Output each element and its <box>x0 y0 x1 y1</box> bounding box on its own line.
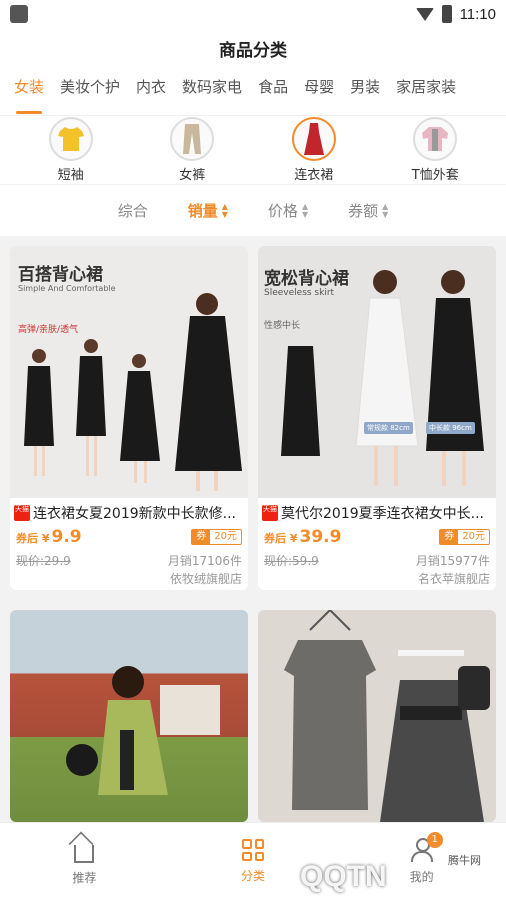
original-price: 现价:59.9 <box>264 553 319 568</box>
product-grid: 百搭背心裙 Simple And Comfortable 高弹/亲肤/透气 天猫… <box>0 236 506 822</box>
shop-name: 依牧绒旗舰店 <box>169 572 242 586</box>
coupon-price: 券后 ¥9.9 <box>16 527 82 547</box>
product-card[interactable]: 宽松背心裙 Sleeveless skirt 性感中长 常规款 82cm 中长款… <box>258 246 496 590</box>
tab-home[interactable]: 家居家装 <box>396 68 466 115</box>
tab-baby[interactable]: 母婴 <box>304 68 344 115</box>
coupon-value: 20元 <box>462 531 485 542</box>
tmall-badge: 天猫 <box>262 505 278 521</box>
price-prefix: 券后 ¥ <box>264 532 298 545</box>
status-time: 11:10 <box>459 5 496 23</box>
tmall-badge: 天猫 <box>14 505 30 521</box>
product-image: 百搭背心裙 Simple And Comfortable 高弹/亲肤/透气 <box>10 246 248 498</box>
home-icon <box>74 845 95 863</box>
sub-cat-dress[interactable]: 连衣裙 <box>264 117 364 183</box>
sort-price[interactable]: 价格 ▲ ▼ <box>268 200 308 221</box>
dress-thumbnail <box>291 117 336 161</box>
sub-cat-label: 连衣裙 <box>294 168 334 183</box>
sort-bar: 综合 销量 ▲ ▼ 价格 ▲ ▼ 券额 ▲ ▼ <box>0 184 506 236</box>
tab-beauty[interactable]: 美妆个护 <box>60 68 130 115</box>
product-photo <box>281 270 484 486</box>
product-card[interactable] <box>10 610 248 822</box>
tab-digital[interactable]: 数码家电 <box>182 68 252 115</box>
image-label-b: 中长款 96cm <box>426 422 475 434</box>
product-photo <box>284 610 490 822</box>
coupon-tag[interactable]: 券 20元 <box>439 529 490 545</box>
price-row: 券后 ¥39.9 券 20元 <box>258 524 496 550</box>
coupon-price: 券后 ¥39.9 <box>264 527 341 547</box>
tab-food[interactable]: 食品 <box>258 68 298 115</box>
meta-row: 现价:59.9 月销15977件 <box>258 550 496 570</box>
sort-sales[interactable]: 销量 ▲ ▼ <box>188 200 228 221</box>
grid-icon <box>242 839 264 861</box>
product-photo <box>24 293 242 491</box>
tab-label: 推荐 <box>72 871 97 885</box>
meta-row: 现价:29.9 月销17106件 <box>10 550 248 570</box>
tshirt-thumbnail <box>48 117 93 161</box>
tab-men[interactable]: 男装 <box>350 68 390 115</box>
image-label-a: 常规款 82cm <box>364 422 413 434</box>
sort-arrows-icon: ▲ ▼ <box>301 201 309 219</box>
product-title: 莫代尔2019夏季连衣裙女中长... <box>281 506 484 522</box>
jacket-thumbnail <box>413 117 458 161</box>
battery-icon <box>441 5 452 23</box>
pants-thumbnail <box>170 117 215 161</box>
sort-coupon[interactable]: 券额 ▲ ▼ <box>348 200 388 221</box>
product-title-row: 天猫 连衣裙女夏2019新款中长款修... <box>10 498 248 524</box>
category-tabs: 女装 美妆个护 内衣 数码家电 食品 母婴 男装 家居家装 <box>0 68 506 116</box>
monthly-sales: 月销15977件 <box>415 553 490 568</box>
page-title: 商品分类 <box>219 40 287 61</box>
sort-label: 价格 <box>267 202 298 220</box>
price-value: 9.9 <box>51 527 82 547</box>
sub-cat-short-sleeve[interactable]: 短袖 <box>21 117 121 183</box>
status-bar: 11:10 <box>0 0 506 28</box>
sub-cat-pants[interactable]: 女裤 <box>142 117 242 183</box>
coupon-value: 20元 <box>214 531 237 542</box>
tab-underwear[interactable]: 内衣 <box>136 68 176 115</box>
shop-name: 名衣苹旗舰店 <box>417 572 490 586</box>
product-image <box>10 610 248 822</box>
product-title: 连衣裙女夏2019新款中长款修... <box>33 506 236 522</box>
sub-cat-label: T恤外套 <box>411 168 459 183</box>
watermark-small: 腾牛网 <box>448 854 481 867</box>
tab-recommend[interactable]: 推荐 <box>0 823 169 900</box>
sort-label: 销量 <box>187 202 218 220</box>
sub-cat-label: 女裤 <box>179 168 206 183</box>
original-price: 现价:29.9 <box>16 553 71 568</box>
coupon-tag[interactable]: 券 20元 <box>191 529 242 545</box>
product-image: 宽松背心裙 Sleeveless skirt 性感中长 常规款 82cm 中长款… <box>258 246 496 498</box>
product-image <box>258 610 496 822</box>
price-row: 券后 ¥9.9 券 20元 <box>10 524 248 550</box>
product-photo <box>66 666 220 795</box>
notification-icon <box>10 5 28 23</box>
product-card[interactable] <box>258 610 496 822</box>
wifi-icon <box>415 7 434 21</box>
coupon-label: 券 <box>192 530 211 544</box>
sort-arrows-icon: ▲ ▼ <box>221 201 228 219</box>
product-title-row: 天猫 莫代尔2019夏季连衣裙女中长... <box>258 498 496 524</box>
price-prefix: 券后 ¥ <box>16 532 50 545</box>
sort-label: 券额 <box>348 202 379 220</box>
sub-categories: 短袖 女裤 连衣裙 T恤外套 <box>0 116 506 184</box>
sub-cat-tshirt-jacket[interactable]: T恤外套 <box>385 117 485 183</box>
sub-cat-label: 短袖 <box>57 168 84 183</box>
tab-label: 分类 <box>241 869 266 883</box>
coupon-label: 券 <box>440 530 459 544</box>
sort-label: 综合 <box>117 202 148 220</box>
product-card[interactable]: 百搭背心裙 Simple And Comfortable 高弹/亲肤/透气 天猫… <box>10 246 248 590</box>
tab-women[interactable]: 女装 <box>14 68 54 115</box>
monthly-sales: 月销17106件 <box>167 553 242 568</box>
sort-arrows-icon: ▲ ▼ <box>382 201 389 219</box>
sort-overall[interactable]: 综合 <box>118 200 148 221</box>
price-value: 39.9 <box>299 527 342 547</box>
